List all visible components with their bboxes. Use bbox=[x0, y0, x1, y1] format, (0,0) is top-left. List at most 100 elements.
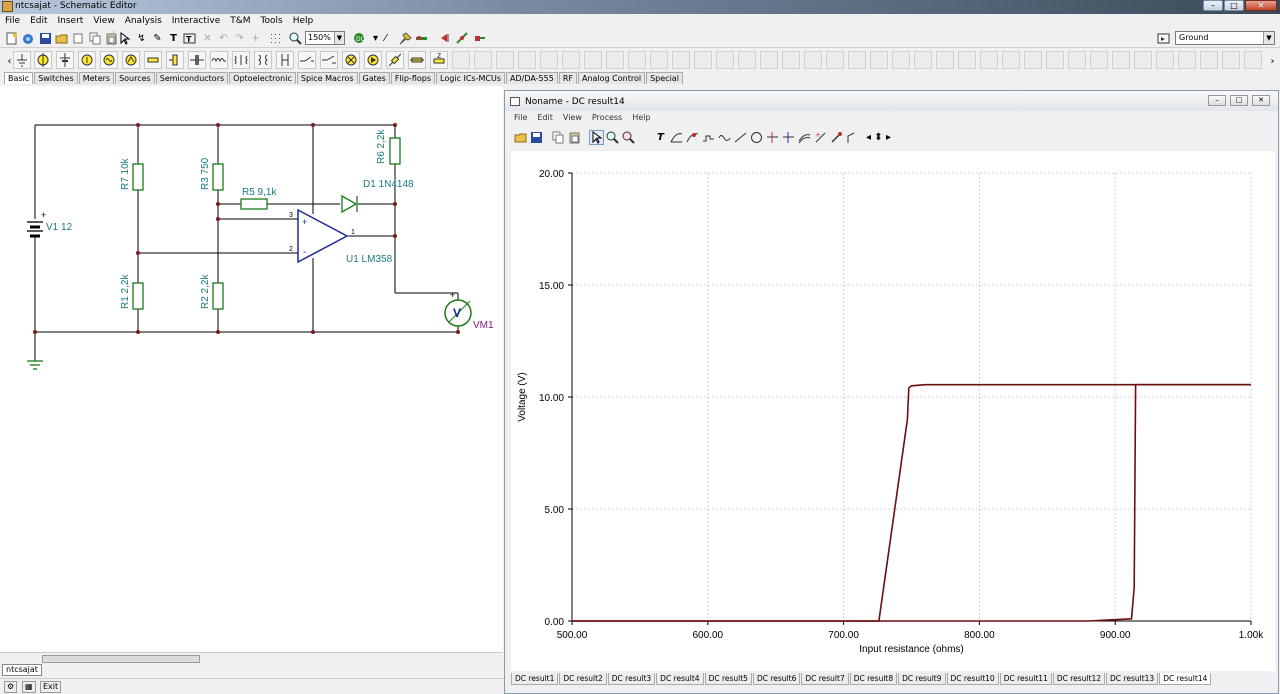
tab-logic-ics[interactable]: Logic ICs-MCUs bbox=[436, 72, 505, 84]
relay-component-icon[interactable] bbox=[276, 51, 294, 69]
schematic-scrollbar[interactable] bbox=[0, 652, 503, 664]
save-icon[interactable] bbox=[38, 31, 53, 46]
schematic-canvas[interactable]: + - V R7 10k R3 750 R6 2,2k R5 9,1k D1 1… bbox=[0, 86, 503, 652]
add-icon[interactable]: + bbox=[248, 31, 263, 46]
new-icon[interactable] bbox=[4, 31, 19, 46]
image-icon[interactable]: ▦ bbox=[22, 681, 36, 693]
impedance-component-icon[interactable]: Z bbox=[430, 51, 448, 69]
transformer-component-icon[interactable] bbox=[232, 51, 250, 69]
multi-curve-icon[interactable] bbox=[797, 130, 812, 145]
menu-interactive[interactable]: Interactive bbox=[167, 14, 225, 28]
tools-icon[interactable] bbox=[398, 31, 413, 46]
resistor-r1[interactable] bbox=[132, 282, 144, 310]
tab-dc-result-1[interactable]: DC result1 bbox=[511, 673, 559, 685]
tab-dc-result-14[interactable]: DC result14 bbox=[1159, 673, 1212, 685]
cursor-b-icon[interactable] bbox=[781, 130, 796, 145]
tab-dc-result-8[interactable]: DC result8 bbox=[849, 673, 898, 685]
fuse-component-icon[interactable] bbox=[408, 51, 426, 69]
document-tab[interactable]: ntcsajat bbox=[2, 664, 42, 676]
zoom-icon[interactable] bbox=[288, 31, 303, 46]
gear-icon[interactable]: ⚙ bbox=[4, 681, 18, 693]
save-icon[interactable] bbox=[529, 130, 544, 145]
menu-insert[interactable]: Insert bbox=[53, 14, 89, 28]
menu-file[interactable]: File bbox=[0, 14, 25, 28]
result-menu-process[interactable]: Process bbox=[587, 112, 627, 124]
lamp-component-icon[interactable] bbox=[342, 51, 360, 69]
result-menu-edit[interactable]: Edit bbox=[532, 112, 558, 124]
text-icon[interactable]: T bbox=[653, 130, 668, 145]
step-icon[interactable] bbox=[701, 130, 716, 145]
tab-dc-result-7[interactable]: DC result7 bbox=[801, 673, 849, 685]
tab-semiconductors[interactable]: Semiconductors bbox=[155, 72, 229, 84]
ground-selector-icon[interactable] bbox=[1156, 31, 1171, 46]
tab-dc-result-13[interactable]: DC result13 bbox=[1106, 673, 1159, 685]
potentiometer-component-icon[interactable] bbox=[166, 51, 184, 69]
tab-dc-result-3[interactable]: DC result3 bbox=[607, 673, 656, 685]
copy-icon[interactable] bbox=[88, 31, 103, 46]
open-folder-icon[interactable] bbox=[54, 31, 69, 46]
sine-source-component-icon[interactable] bbox=[100, 51, 118, 69]
route-icon[interactable] bbox=[455, 31, 470, 46]
cursor-a-icon[interactable] bbox=[765, 130, 780, 145]
wire-icon[interactable]: ↯ bbox=[134, 31, 149, 46]
resistor-r5[interactable] bbox=[240, 198, 268, 210]
open-web-icon[interactable] bbox=[21, 31, 36, 46]
axis-icon[interactable] bbox=[845, 130, 860, 145]
current-source-component-icon[interactable] bbox=[78, 51, 96, 69]
tab-dc-result-10[interactable]: DC result10 bbox=[946, 673, 999, 685]
scrollbar-thumb[interactable] bbox=[42, 655, 200, 663]
dc-analysis-icon[interactable]: DC bbox=[352, 31, 367, 46]
tab-analog-control[interactable]: Analog Control bbox=[577, 72, 646, 84]
tab-gates[interactable]: Gates bbox=[358, 72, 390, 84]
result-maximize-button[interactable]: □ bbox=[1230, 95, 1248, 106]
capacitor-component-icon[interactable] bbox=[188, 51, 206, 69]
opamp-u1[interactable]: + - bbox=[297, 208, 349, 264]
pen-icon[interactable]: ✎ bbox=[150, 31, 165, 46]
settings-icon[interactable] bbox=[414, 31, 429, 46]
result-menu-view[interactable]: View bbox=[558, 112, 587, 124]
menu-analysis[interactable]: Analysis bbox=[120, 14, 167, 28]
exit-button[interactable]: Exit bbox=[40, 681, 62, 693]
menu-view[interactable]: View bbox=[88, 14, 119, 28]
pointer-icon[interactable] bbox=[589, 130, 604, 145]
menu-edit[interactable]: Edit bbox=[25, 14, 52, 28]
text-icon[interactable]: T bbox=[166, 31, 181, 46]
ground-component-icon[interactable] bbox=[13, 51, 31, 69]
result-close-button[interactable]: ✕ bbox=[1252, 95, 1270, 106]
tab-dc-result-6[interactable]: DC result6 bbox=[752, 673, 801, 685]
inductor-component-icon[interactable] bbox=[210, 51, 228, 69]
tab-ad-da[interactable]: AD/DA-555 bbox=[506, 72, 558, 84]
probe-icon[interactable] bbox=[829, 130, 844, 145]
zoom-select[interactable]: 150% ▼ bbox=[305, 31, 345, 45]
marker-icon[interactable] bbox=[438, 31, 453, 46]
menu-help[interactable]: Help bbox=[288, 14, 319, 28]
tab-optoelectronic[interactable]: Optoelectronic bbox=[229, 72, 296, 84]
tab-meters[interactable]: Meters bbox=[78, 72, 115, 84]
zoom-in-icon[interactable] bbox=[605, 130, 620, 145]
probe-icon[interactable]: ⁄ bbox=[378, 31, 393, 46]
open-folder-icon[interactable] bbox=[513, 130, 528, 145]
resistor-r2[interactable] bbox=[212, 282, 224, 310]
pin-icon[interactable] bbox=[472, 31, 487, 46]
transformer2-component-icon[interactable] bbox=[254, 51, 272, 69]
curve-icon[interactable] bbox=[669, 130, 684, 145]
grid-icon[interactable] bbox=[268, 31, 283, 46]
ground-select[interactable]: Ground ▼ bbox=[1175, 31, 1275, 45]
resistor-r7[interactable] bbox=[132, 163, 144, 191]
wave-icon[interactable] bbox=[717, 130, 732, 145]
text-box-icon[interactable]: T bbox=[182, 31, 197, 46]
tab-dc-result-11[interactable]: DC result11 bbox=[999, 673, 1052, 685]
tab-dc-result-4[interactable]: DC result4 bbox=[656, 673, 704, 685]
resistor-component-icon[interactable] bbox=[144, 51, 162, 69]
ammeter-component-icon[interactable] bbox=[34, 51, 52, 69]
battery-v1[interactable] bbox=[27, 221, 43, 238]
voltmeter-vm1[interactable]: V bbox=[444, 299, 472, 327]
tab-rf[interactable]: RF bbox=[558, 72, 577, 84]
close-button[interactable]: ✕ bbox=[1245, 0, 1277, 11]
menu-tools[interactable]: Tools bbox=[256, 14, 288, 28]
menu-tm[interactable]: T&M bbox=[225, 14, 255, 28]
tab-sources[interactable]: Sources bbox=[115, 72, 155, 84]
zoom-out-icon[interactable] bbox=[621, 130, 636, 145]
tab-dc-result-5[interactable]: DC result5 bbox=[704, 673, 752, 685]
add-marker-icon[interactable]: + bbox=[813, 130, 828, 145]
